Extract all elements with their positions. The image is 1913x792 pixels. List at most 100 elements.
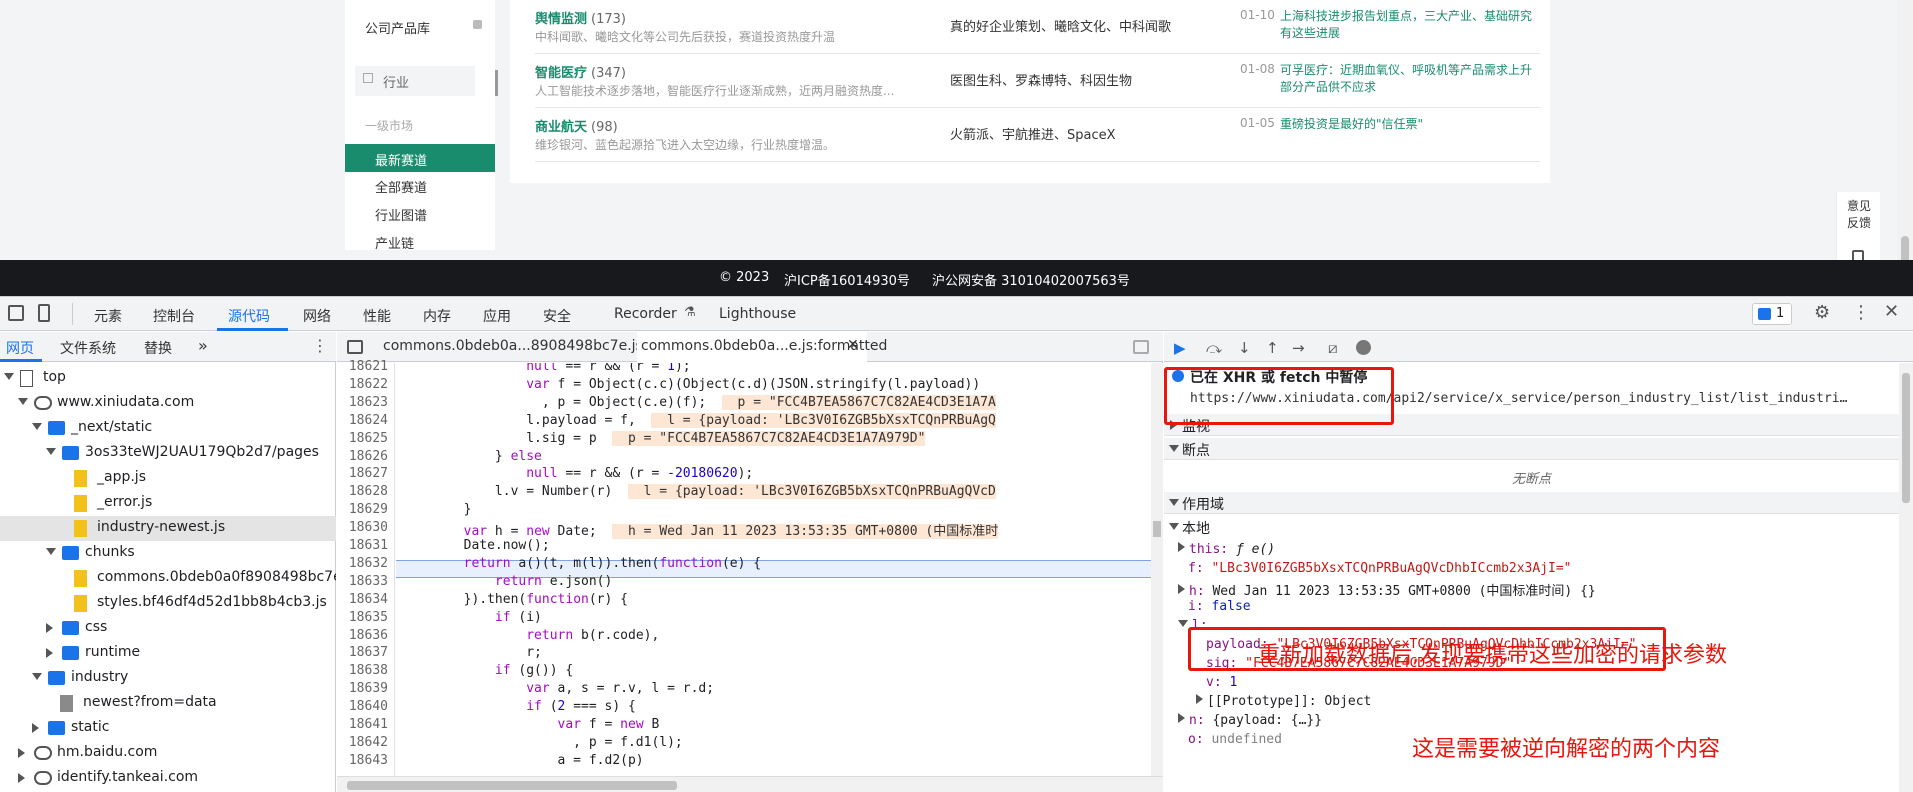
editor-scrollbar-thumb[interactable] [1153,521,1161,537]
collapsed-arrow-icon[interactable] [32,723,39,733]
issues-badge[interactable]: 1 [1752,303,1792,325]
nav-tab-overrides[interactable]: 替换 [144,338,172,358]
scope-var-this[interactable]: this: ƒ e() [1178,542,1275,557]
feedback-label[interactable]: 意见反馈 [1843,198,1875,232]
tree-item[interactable]: identify.tankeai.com [0,766,336,791]
collapsed-arrow-icon[interactable] [18,773,25,783]
resume-icon[interactable]: ▶ [1174,339,1186,357]
sidebar-all-tracks[interactable]: 全部赛道 [375,177,525,196]
tab-security[interactable]: 安全 [543,306,571,326]
expanded-arrow-icon[interactable] [32,423,42,430]
footer-police-link[interactable]: 沪公网安备 31010402007563号 [932,270,1130,289]
inspect-element-icon[interactable] [8,305,24,321]
tree-item[interactable]: top [0,368,336,391]
editor-tab-file[interactable]: commons.0bdeb0a...8908498bc7e.js [383,338,643,354]
tree-item[interactable]: commons.0bdeb0a0f8908498bc7e.js [0,566,336,591]
settings-icon[interactable]: ⚙ [1814,302,1830,323]
tab-console[interactable]: 控制台 [153,306,195,326]
sidebar-industry-map[interactable]: 行业图谱 [375,205,525,224]
sidebar-industry-item[interactable]: 行业 [355,66,475,96]
feedback-widget[interactable]: 意见反馈 [1836,192,1880,260]
chevron-more-icon[interactable]: » [198,336,208,355]
track-name[interactable]: 舆情监测 (173) [535,8,626,27]
pause-on-exceptions-icon[interactable] [1356,340,1371,355]
toggle-debugger-icon[interactable] [1133,340,1149,354]
expanded-arrow-icon[interactable] [46,548,56,555]
debugger-scrollbar-thumb[interactable] [1902,373,1910,503]
tab-lighthouse[interactable]: Lighthouse [719,306,796,322]
track-news-link[interactable]: 上海科技进步报告划重点，三大产业、基础研究有这些进展 [1280,8,1540,42]
scope-var-h[interactable]: h: Wed Jan 11 2023 13:53:35 GMT+0800 (中国… [1178,580,1596,599]
tab-network[interactable]: 网络 [303,306,331,326]
tree-item[interactable]: www.xiniudata.com [0,391,336,416]
sidebar-scrollbar[interactable] [495,70,498,96]
step-out-icon[interactable]: ↑ [1266,339,1279,357]
deactivate-breakpoints-icon[interactable]: ⧄ [1328,339,1338,357]
scope-var-i[interactable]: i: false [1188,599,1251,614]
breakpoints-expand-icon[interactable] [1169,445,1179,452]
local-scope-header[interactable]: 本地 [1164,516,1899,538]
collapsed-arrow-icon[interactable] [18,748,25,758]
local-expand-icon[interactable] [1169,523,1179,530]
step-over-icon[interactable]: ⤼ [1206,339,1222,357]
tree-item[interactable]: static [0,716,336,741]
tab-performance[interactable]: 性能 [363,306,391,326]
track-name-text[interactable]: 商业航天 [535,120,587,135]
tree-item[interactable]: css [0,616,336,641]
track-name-text[interactable]: 舆情监测 [535,12,587,27]
sidebar-newest-track[interactable]: 最新赛道 [345,144,495,172]
scope-var-prototype[interactable]: [[Prototype]]: Object [1196,694,1371,709]
device-toolbar-icon[interactable] [38,304,50,322]
tab-memory[interactable]: 内存 [423,306,451,326]
sidebar-company-lib[interactable]: 公司产品库 [365,18,515,37]
tree-item[interactable]: industry [0,666,336,691]
page-scrollbar-thumb[interactable] [1901,236,1909,260]
nav-tab-page[interactable]: 网页 [6,338,34,358]
tab-application[interactable]: 应用 [483,306,511,326]
tree-item[interactable]: _app.js [0,466,336,491]
track-name[interactable]: 商业航天 (98) [535,116,618,135]
scope-section[interactable]: 作用域 [1164,492,1899,514]
step-icon[interactable]: → [1292,339,1305,357]
scope-expand-icon[interactable] [1169,499,1179,506]
tree-item[interactable]: newest?from=data [0,691,336,716]
tree-item[interactable]: chunks [0,541,336,566]
tree-item[interactable]: _error.js [0,491,336,516]
expanded-arrow-icon[interactable] [32,673,42,680]
editor-h-scrollbar-thumb[interactable] [347,781,677,790]
expanded-arrow-icon[interactable] [46,448,56,455]
footer-icp-link[interactable]: 沪ICP备16014930号 [784,270,910,289]
expanded-arrow-icon[interactable] [4,373,14,380]
expanded-arrow-icon[interactable] [18,398,28,405]
step-into-icon[interactable]: ↓ [1238,339,1251,357]
collapsed-arrow-icon[interactable] [46,623,53,633]
scope-var-f[interactable]: f: "LBc3V0I6ZGB5bXsxTCQnPRBuAgQVcDhbICcm… [1188,561,1572,576]
track-name[interactable]: 智能医疗 (347) [535,62,626,81]
more-options-icon[interactable]: ⋮ [1852,302,1870,323]
close-devtools-icon[interactable]: ✕ [1884,301,1899,322]
scope-var-o[interactable]: o: undefined [1188,732,1282,747]
code-area[interactable]: null == r && (r = 1); var f = Object(c.c… [337,363,1151,776]
nav-tab-filesystem[interactable]: 文件系统 [60,338,116,358]
track-news-link[interactable]: 重磅投资是最好的"信任票" [1280,116,1540,133]
editor-tab-active[interactable]: commons.0bdeb0a...e.js:formatted ✕ [637,332,887,362]
tab-recorder[interactable]: Recorder [614,306,677,322]
editor-h-scrollbar[interactable] [337,776,1163,792]
tree-item[interactable]: runtime [0,641,336,666]
tree-item[interactable]: industry-newest.js [0,516,336,541]
tab-elements[interactable]: 元素 [94,306,122,326]
track-row[interactable]: 商业航天 (98) 维珍银河、蓝色起源拾飞进入太空边缘，行业热度增温。 火箭派、宇… [535,108,1540,162]
track-news-link[interactable]: 可孚医疗：近期血氧仪、呼吸机等产品需求上升 部分产品供不应求 [1280,62,1540,96]
breakpoints-section[interactable]: 断点 [1164,438,1899,460]
toggle-navigator-icon[interactable] [347,340,363,354]
track-row[interactable]: 舆情监测 (173) 中科闻歌、曦晗文化等公司先后获投，赛道投资热度升温 真的好企… [535,0,1540,54]
track-name-text[interactable]: 智能医疗 [535,66,587,81]
track-row[interactable]: 智能医疗 (347) 人工智能技术逐步落地，智能医疗行业逐渐成熟，近两月融资热度.… [535,54,1540,108]
tab-sources[interactable]: 源代码 [228,306,270,326]
tree-item[interactable]: hm.baidu.com [0,741,336,766]
collapsed-arrow-icon[interactable] [46,648,53,658]
phone-icon[interactable] [1852,250,1864,260]
close-tab-icon[interactable]: ✕ [847,337,859,353]
sidebar-industry-chain[interactable]: 产业链 [375,233,525,252]
tree-item[interactable]: styles.bf46df4d52d1bb8b4cb3.js [0,591,336,616]
